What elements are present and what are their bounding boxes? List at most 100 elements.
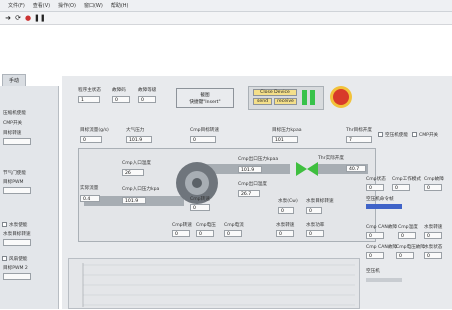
left-target-pwm-input[interactable]	[3, 187, 31, 194]
atm-pressure-label: 大气压力	[126, 128, 145, 133]
pump-power-label: 水泵功率	[306, 223, 325, 228]
target-pressure-label: 目标压力kpaa	[272, 128, 302, 133]
cmp-outlet-pressure-value: 101.9	[238, 166, 262, 173]
cmp-target-speed-label: Cmp目标转速	[190, 128, 219, 133]
pause-icon[interactable]: ❚❚	[34, 14, 46, 22]
pump-speed2-value: 0	[276, 230, 294, 237]
cmp-switch-checkbox[interactable]	[412, 132, 417, 137]
emergency-stop-button[interactable]	[333, 89, 349, 105]
thr-target-pos-label: Thr目标开度	[346, 128, 372, 133]
menu-view[interactable]: 查看(V)	[33, 2, 50, 9]
cmp-can-fault-value: 0	[366, 232, 384, 239]
menu-help[interactable]: 帮助(H)	[111, 2, 129, 9]
cmp-temp-label: Cmp转速	[172, 223, 192, 228]
left-control-panel: 压缩机使能 CMP开关 目标转速 节气门使能 目标PWM 水泵使能 水泵目标转速…	[0, 86, 59, 309]
fan-enable-checkbox[interactable]	[2, 256, 7, 261]
trend-chart	[68, 258, 360, 309]
cmp-fault-label: Cmp故障	[424, 177, 444, 182]
pump-target-value: 0	[306, 207, 322, 214]
toolbar: ➜ ⟳ ● ❚❚	[0, 12, 452, 25]
thr-actual-pos-label: Thr实际开度	[318, 156, 344, 161]
cmp-can-fault2-value: 0	[366, 252, 384, 259]
cmp-current-value: 0	[224, 230, 242, 237]
cmp-speed-label: Cmp转速	[190, 197, 210, 202]
pump-target-label: 水泵目标转速	[306, 199, 334, 204]
cmp-inlet-pressure-value: 101.9	[122, 197, 146, 204]
cmp-fault-value: 0	[424, 184, 442, 191]
compressor-hub	[192, 178, 202, 188]
menu-operate[interactable]: 操作(O)	[58, 2, 76, 9]
left-label-throttle-enable: 节气门使能	[3, 171, 26, 176]
cmp-can-fault-label: Cmp CAN故障	[366, 225, 398, 230]
cmp-command-indicator	[366, 204, 402, 209]
left-label-pump-enable: 水泵使能	[9, 223, 28, 228]
cmp-state-label: Cmp状态	[366, 177, 386, 182]
thr-actual-pos-value: 40.7	[346, 165, 366, 172]
send-button[interactable]: send	[253, 98, 272, 105]
left-target-pwm-2-input[interactable]	[3, 273, 31, 280]
left-label-cmp-enable: 压缩机使能	[3, 111, 26, 116]
fault-code-value: 0	[112, 96, 130, 103]
close-device-button[interactable]: Close Device	[253, 89, 297, 96]
stop-icon[interactable]: ●	[24, 14, 32, 22]
cmp-inlet-pressure-label: Cmp入口压力kpa	[122, 187, 160, 192]
cmp-outlet-temp-value: 26.7	[238, 190, 260, 197]
pump-value: 0	[424, 232, 442, 239]
left-label-target-pwm-2: 目标PWM 2	[3, 266, 28, 271]
cmp-state-value: 0	[366, 184, 384, 191]
cmp-machine-indicator	[366, 278, 402, 282]
cmp-mode-label: Cmp工作模式	[392, 177, 421, 182]
throttle-valve-left-icon	[296, 162, 307, 176]
left-label-pump-target: 水泵目标转速	[3, 232, 31, 237]
refresh-icon[interactable]: ⟳	[14, 14, 22, 22]
prog-status-value: 1	[78, 96, 100, 103]
pump-label: 水泵转速	[424, 225, 443, 230]
screenshot-button[interactable]: 截图 快捷键"Insert"	[176, 88, 234, 108]
cmp-temp2-label: Cmp温度	[398, 225, 418, 230]
pump-speed-label: 水泵(Cw)	[278, 199, 298, 204]
cmp-voltage-value: 0	[196, 230, 214, 237]
screenshot-button-hint: 快捷键"Insert"	[189, 100, 221, 105]
thr-target-pos-value: 7	[346, 136, 372, 143]
run-indicator-right	[310, 90, 315, 105]
cmp-enable-label: 空压机使能	[385, 133, 408, 138]
menu-file[interactable]: 文件(F)	[8, 2, 25, 9]
cmp-enable-checkbox[interactable]	[378, 132, 383, 137]
cmp-outlet-temp-label: Cmp出口温度	[238, 182, 267, 187]
pump-enable-checkbox[interactable]	[2, 222, 7, 227]
trend-chart-grid	[82, 263, 355, 307]
menu-bar: 文件(F) 查看(V) 操作(O) 窗口(W) 帮助(H)	[0, 0, 452, 12]
cmp-temp2-value: 0	[398, 232, 416, 239]
receive-button[interactable]: receive	[274, 98, 297, 105]
cmp-mode-value: 0	[392, 184, 410, 191]
target-flow-label: 目标流量(g/s)	[80, 128, 109, 133]
cmp-target-speed-value: 0	[190, 136, 216, 143]
left-label-cmp-switch: CMP开关	[3, 121, 23, 126]
cmp-voltage-label: Cmp电压	[196, 223, 216, 228]
fault-code-label: 故障码	[112, 88, 126, 93]
cmp-inlet-temp-value: 26	[122, 169, 144, 176]
cmp-can-fault2-label: Cmp CAN故障	[366, 245, 398, 250]
cmp-temp-value: 0	[172, 230, 190, 237]
menu-window[interactable]: 窗口(W)	[84, 2, 103, 9]
arrow-right-icon[interactable]: ➜	[4, 14, 12, 22]
pump-state-value: 0	[424, 252, 442, 259]
fault-level-label: 故障等级	[138, 88, 157, 93]
cmp-current-label: Cmp电流	[224, 223, 244, 228]
pump-state-label: 水泵状态	[424, 245, 443, 250]
pump-speed-value: 0	[278, 207, 294, 214]
run-indicator-left	[302, 90, 307, 105]
left-target-speed-input[interactable]	[3, 138, 31, 145]
left-label-target-pwm: 目标PWM	[3, 180, 24, 185]
left-pump-target-input[interactable]	[3, 239, 31, 246]
pump-power-value: 0	[306, 230, 324, 237]
throttle-valve-right-icon	[307, 162, 318, 176]
cmp-switch-label: CMP开关	[419, 133, 439, 138]
cmp-overload-label: Cmp电压故障	[396, 245, 425, 250]
prog-status-label: 程序主状态	[78, 88, 101, 93]
cmp-outlet-pressure-label: Cmp出口压力kpaa	[238, 157, 279, 162]
atm-pressure-value: 101.9	[126, 136, 152, 143]
cmp-speed-value: 0	[190, 204, 210, 211]
cmp-command-label: 空压机命令帧	[366, 197, 394, 202]
target-flow-value: 0	[80, 136, 102, 143]
